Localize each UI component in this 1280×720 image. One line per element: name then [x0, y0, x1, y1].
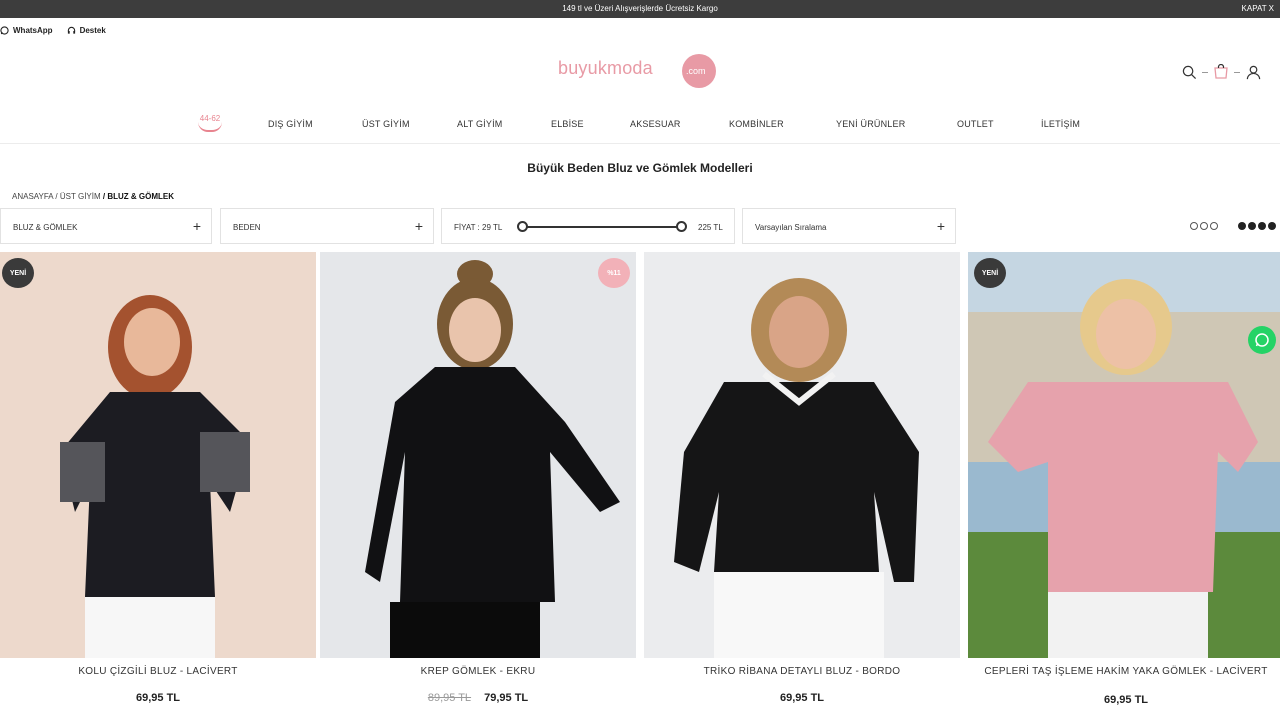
plus-icon: + — [936, 218, 945, 234]
whatsapp-label: WhatsApp — [13, 25, 53, 35]
price-slider-track[interactable] — [522, 226, 682, 228]
plus-icon: + — [192, 218, 201, 234]
nav-item-outerwear[interactable]: DIŞ GİYİM — [268, 119, 313, 129]
product-image[interactable]: YENİ — [968, 252, 1280, 658]
new-badge: YENİ — [2, 258, 34, 288]
product-image[interactable]: %11 — [320, 252, 636, 658]
grid-view-toggles — [1170, 222, 1276, 230]
size-filter[interactable]: BEDEN + — [220, 208, 434, 244]
sort-select[interactable]: Varsayılan Sıralama + — [742, 208, 956, 244]
headset-icon — [67, 26, 75, 34]
price-max-label: 225 TL — [698, 223, 723, 232]
product-price: 69,95 TL — [644, 692, 960, 704]
site-logo[interactable]: buyukmoda .com — [556, 52, 726, 92]
product-name[interactable]: KREP GÖMLEK - EKRU — [320, 666, 636, 678]
price-min-label: FİYAT : 29 TL — [454, 223, 503, 232]
discount-badge: %11 — [598, 258, 630, 288]
cart-icon — [1214, 64, 1228, 79]
dot-icon — [1248, 222, 1256, 230]
old-price: 89,95 TL — [427, 692, 472, 704]
product-card[interactable]: YENİ CEPLERİ TAŞ İŞLEME HAKİM YAKA GÖMLE… — [968, 252, 1280, 720]
nav-item-tops[interactable]: ÜST GİYİM — [362, 119, 410, 129]
product-name[interactable]: TRİKO RİBANA DETAYLI BLUZ - BORDO — [644, 666, 960, 678]
product-price: 69,95 TL — [0, 692, 316, 704]
dot-icon — [1200, 222, 1208, 230]
current-price: 69,95 TL — [1103, 694, 1149, 706]
current-price: 79,95 TL — [484, 692, 529, 704]
product-image[interactable]: YENİ — [0, 252, 316, 658]
breadcrumb-home[interactable]: ANASAYFA / — [12, 192, 58, 201]
whatsapp-float-button[interactable] — [1248, 326, 1276, 354]
product-image[interactable] — [644, 252, 960, 658]
plus-icon: + — [414, 218, 423, 234]
search-button[interactable] — [1180, 63, 1198, 81]
announcement-bar: 149 tl ve Üzeri Alışverişlerde Ücretsiz … — [0, 0, 1280, 18]
search-icon — [1182, 65, 1196, 79]
whatsapp-link[interactable]: WhatsApp — [0, 26, 53, 35]
main-navigation: 44-62 DIŞ GİYİM ÜST GİYİM ALT GİYİM ELBİ… — [0, 112, 1280, 136]
nav-item-contact[interactable]: İLETİŞİM — [1041, 119, 1080, 129]
whatsapp-icon — [1255, 333, 1269, 347]
announcement-close-button[interactable]: KAPAT X — [1242, 4, 1274, 13]
dot-icon — [1258, 222, 1266, 230]
smile-arc — [198, 122, 222, 132]
logo-com: .com — [686, 66, 706, 76]
account-button[interactable] — [1244, 63, 1262, 81]
dot-icon — [1238, 222, 1246, 230]
logo-word: buyukmoda — [558, 58, 653, 78]
category-filter[interactable]: BLUZ & GÖMLEK + — [0, 208, 212, 244]
grid-3-columns-button[interactable] — [1188, 222, 1218, 230]
contact-row: WhatsApp Destek — [0, 22, 120, 38]
product-card[interactable]: TRİKO RİBANA DETAYLI BLUZ - BORDO 69,95 … — [644, 252, 960, 720]
whatsapp-icon — [0, 25, 9, 35]
nav-item-bottoms[interactable]: ALT GİYİM — [457, 119, 502, 129]
sort-select-label: Varsayılan Sıralama — [755, 223, 827, 232]
breadcrumb-current: / BLUZ & GÖMLEK — [102, 192, 174, 201]
cart-button[interactable] — [1212, 63, 1230, 81]
header-actions — [1180, 63, 1262, 81]
new-badge: YENİ — [974, 258, 1006, 288]
separator — [1202, 71, 1208, 73]
product-card[interactable]: YENİ KOLU ÇİZGİLİ BLUZ - LACİVERT 69,95 … — [0, 252, 316, 720]
dot-icon — [1190, 222, 1198, 230]
nav-item-combinations[interactable]: KOMBİNLER — [729, 119, 784, 129]
dot-icon — [1268, 222, 1276, 230]
announcement-text: 149 tl ve Üzeri Alışverişlerde Ücretsiz … — [562, 4, 718, 13]
size-range-badge[interactable]: 44-62 — [194, 114, 226, 136]
product-price: 89,95 TL 79,95 TL — [320, 692, 636, 704]
breadcrumb-parent[interactable]: ÜST GİYİM — [60, 192, 101, 201]
product-name[interactable]: KOLU ÇİZGİLİ BLUZ - LACİVERT — [0, 666, 316, 678]
nav-item-outlet[interactable]: OUTLET — [957, 119, 994, 129]
nav-item-accessories[interactable]: AKSESUAR — [630, 119, 681, 129]
current-price: 69,95 TL — [135, 692, 181, 704]
breadcrumb: ANASAYFA / ÜST GİYİM / BLUZ & GÖMLEK — [12, 192, 174, 201]
dot-icon — [1210, 222, 1218, 230]
nav-item-dresses[interactable]: ELBİSE — [551, 119, 584, 129]
size-filter-label: BEDEN — [233, 223, 261, 232]
divider — [0, 143, 1280, 144]
price-filter: FİYAT : 29 TL 225 TL — [441, 208, 735, 244]
grid-4-columns-button[interactable] — [1236, 222, 1276, 230]
support-link[interactable]: Destek — [67, 26, 106, 35]
current-price: 69,95 TL — [779, 692, 825, 704]
product-card[interactable]: %11 KREP GÖMLEK - EKRU 89,95 TL 79,95 TL — [320, 252, 636, 720]
price-slider-max-handle[interactable] — [676, 221, 687, 232]
page-title: Büyük Beden Bluz ve Gömlek Modelleri — [527, 161, 753, 175]
nav-item-new-products[interactable]: YENİ ÜRÜNLER — [836, 119, 905, 129]
separator — [1234, 71, 1240, 73]
price-slider-min-handle[interactable] — [517, 221, 528, 232]
category-filter-label: BLUZ & GÖMLEK — [13, 223, 78, 232]
support-label: Destek — [79, 25, 106, 35]
user-icon — [1246, 65, 1260, 79]
product-name[interactable]: CEPLERİ TAŞ İŞLEME HAKİM YAKA GÖMLEK - L… — [968, 666, 1280, 678]
product-price: 69,95 TL — [968, 694, 1280, 706]
